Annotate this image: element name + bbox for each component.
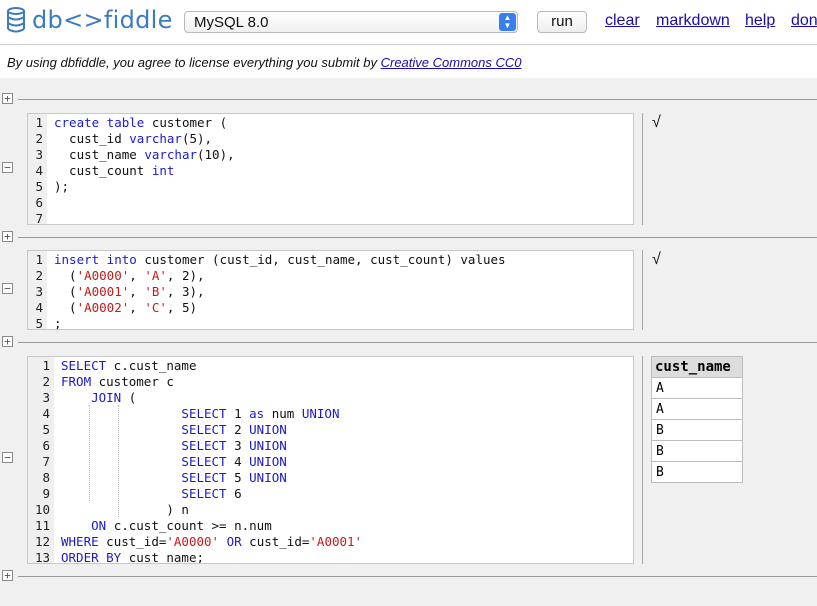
code-line: ;	[54, 316, 62, 330]
line-number: 1	[35, 115, 43, 130]
line-number: 2	[35, 131, 43, 146]
line-number: 11	[34, 518, 50, 533]
minus-box-icon[interactable]: −	[2, 162, 13, 173]
chevron-updown-icon: ▲ ▼	[499, 13, 516, 31]
sql-editor-1[interactable]: 1 create table customer ( 2 cust_id varch…	[27, 113, 634, 225]
table-cell: B	[651, 440, 743, 462]
line-number: 4	[42, 406, 50, 421]
sql-editor-2[interactable]: 1 insert into customer (cust_id, cust_nam…	[27, 250, 634, 330]
code-line: SELECT 2 UNION	[181, 422, 287, 437]
license-link[interactable]: Creative Commons CC0	[381, 55, 522, 70]
line-number: 9	[42, 486, 50, 501]
batch-divider	[18, 237, 817, 238]
line-number: 7	[35, 211, 43, 225]
plus-box-icon[interactable]: +	[2, 93, 13, 104]
help-link[interactable]: help	[745, 12, 775, 30]
line-number: 1	[35, 252, 43, 267]
success-check: √	[652, 114, 661, 131]
line-number: 2	[42, 374, 50, 389]
plus-box-icon[interactable]: +	[2, 231, 13, 242]
line-number: 3	[35, 147, 43, 162]
line-number: 3	[42, 390, 50, 405]
code-line: SELECT 3 UNION	[181, 438, 287, 453]
database-icon	[7, 7, 25, 33]
code-line: JOIN (	[91, 390, 137, 405]
line-number: 13	[34, 550, 50, 564]
line-number: 7	[42, 454, 50, 469]
code-line: cust_count int	[54, 163, 175, 178]
code-line: insert into customer (cust_id, cust_name…	[54, 252, 506, 267]
table-cell: A	[651, 377, 743, 399]
result-divider	[642, 250, 643, 330]
column-header: cust_name	[651, 356, 743, 378]
donate-link[interactable]: don	[791, 12, 817, 30]
success-check: √	[652, 251, 661, 268]
line-number: 3	[35, 284, 43, 299]
batch-divider	[18, 342, 817, 343]
line-number: 12	[34, 534, 50, 549]
line-number: 4	[35, 163, 43, 178]
plus-box-icon[interactable]: +	[2, 570, 13, 581]
run-button[interactable]: run	[537, 11, 587, 33]
result-table: cust_name A A B B B	[651, 356, 743, 483]
table-row: A	[651, 377, 743, 399]
logo-text: db<>fiddle	[32, 6, 173, 34]
line-number: 6	[35, 195, 43, 210]
code-line: ON c.cust_count >= n.num	[91, 518, 272, 533]
code-line: ('A0002', 'C', 5)	[54, 300, 198, 315]
line-number: 5	[35, 179, 43, 194]
table-cell: B	[651, 419, 743, 441]
license-notice: By using dbfiddle, you agree to license …	[7, 55, 521, 70]
code-line: ('A0000', 'A', 2),	[54, 268, 205, 283]
markdown-link[interactable]: markdown	[656, 12, 730, 30]
line-number: 8	[42, 470, 50, 485]
result-divider	[642, 356, 643, 564]
code-line: SELECT c.cust_name	[61, 358, 197, 373]
plus-box-icon[interactable]: +	[2, 336, 13, 347]
line-number: 6	[42, 438, 50, 453]
clear-link[interactable]: clear	[605, 12, 640, 30]
code-line: SELECT 6	[181, 486, 242, 501]
line-number: 5	[42, 422, 50, 437]
code-line: SELECT 4 UNION	[181, 454, 287, 469]
code-line: cust_name varchar(10),	[54, 147, 235, 162]
batch-divider	[18, 99, 817, 100]
code-line: SELECT 1 as num UNION	[181, 406, 340, 421]
code-line: SELECT 5 UNION	[181, 470, 287, 485]
table-row: B	[651, 461, 743, 483]
result-divider	[642, 113, 643, 225]
code-line: ORDER BY cust_name;	[61, 550, 205, 564]
license-text: By using dbfiddle, you agree to license …	[7, 55, 381, 70]
code-line: WHERE cust_id='A0000' OR cust_id='A0001'	[61, 534, 363, 549]
sql-editor-3[interactable]: 1 SELECT c.cust_name 2 FROM customer c 3 J…	[27, 356, 634, 564]
table-row: B	[651, 440, 743, 462]
line-number: 4	[35, 300, 43, 315]
logo[interactable]: db<>fiddle	[6, 6, 173, 34]
header-divider	[0, 44, 817, 45]
line-number: 5	[35, 316, 43, 330]
header: db<>fiddle MySQL 8.0 ▲ ▼ run clear markdo…	[0, 0, 817, 44]
code-line: );	[54, 179, 70, 194]
batch-divider	[18, 576, 817, 577]
table-cell: A	[651, 398, 743, 420]
database-select[interactable]: MySQL 8.0 ▲ ▼	[184, 11, 518, 33]
code-line: create table customer (	[54, 115, 228, 130]
code-line: FROM customer c	[61, 374, 174, 389]
code-line: ('A0001', 'B', 3),	[54, 284, 205, 299]
code-line: ) n	[61, 502, 189, 517]
line-number: 2	[35, 268, 43, 283]
code-line: cust_id varchar(5),	[54, 131, 213, 146]
line-number: 10	[34, 502, 50, 517]
database-select-value: MySQL 8.0	[194, 14, 269, 31]
table-row: A	[651, 398, 743, 420]
line-number: 1	[42, 358, 50, 373]
minus-box-icon[interactable]: −	[2, 452, 13, 463]
minus-box-icon[interactable]: −	[2, 283, 13, 294]
table-header-row: cust_name	[651, 356, 743, 378]
table-row: B	[651, 419, 743, 441]
table-cell: B	[651, 461, 743, 483]
